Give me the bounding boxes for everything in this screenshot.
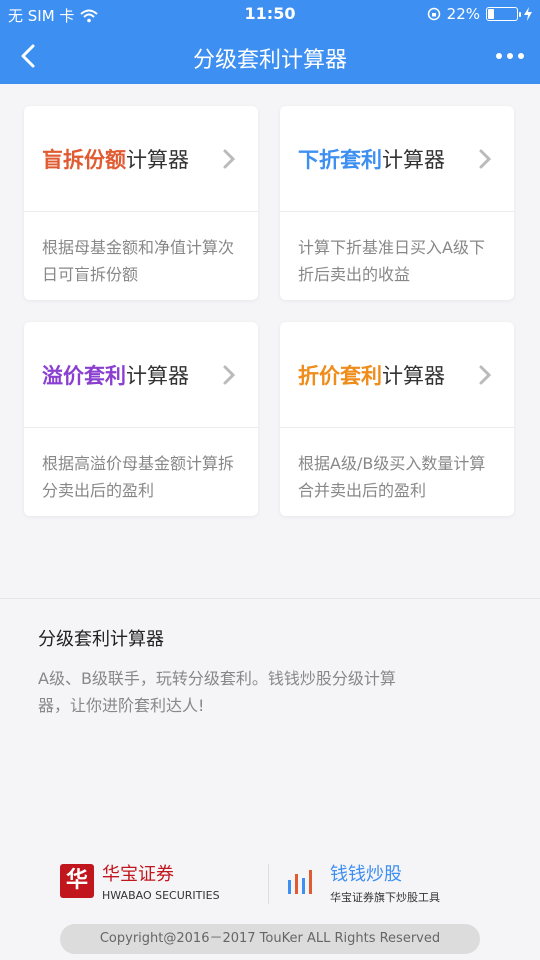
chevron-right-icon	[479, 149, 492, 169]
card-title-suffix: 计算器	[126, 148, 189, 172]
top-bar: 无 SIM 卡 11:50 22% 分级套利计算器	[0, 0, 540, 84]
card-title: 折价套利计算器	[298, 360, 445, 390]
card-title: 盲拆份额计算器	[42, 144, 189, 174]
chevron-right-icon	[223, 149, 236, 169]
chevron-right-icon	[479, 365, 492, 385]
card-down-conversion[interactable]: 下折套利计算器 计算下折基准日买入A级下折后卖出的收益	[280, 106, 514, 300]
charging-icon	[524, 7, 532, 21]
brand2-subtitle: 华宝证券旗下炒股工具	[330, 891, 440, 904]
more-dot-icon	[507, 53, 513, 59]
brand1-subtitle: HWABAO SECURITIES	[102, 889, 220, 902]
card-title-suffix: 计算器	[126, 364, 189, 388]
brand1-name: 华宝证券	[102, 864, 174, 885]
info-text: A级、B级联手，玩转分级套利。钱钱炒股分级计算器，让你进阶套利达人!	[38, 669, 396, 715]
card-blind-split[interactable]: 盲拆份额计算器 根据母基金额和净值计算次日可盲拆份额	[24, 106, 258, 300]
chevron-right-icon	[223, 365, 236, 385]
card-title-highlight: 下折套利	[298, 148, 382, 172]
battery-icon	[486, 7, 521, 21]
hwabao-brand: 华 华宝证券 HWABAO SECURITIES	[60, 860, 220, 902]
stock-chart-logo-icon	[288, 869, 312, 894]
card-title-highlight: 折价套利	[298, 364, 382, 388]
footer-divider	[268, 864, 269, 904]
orientation-lock-icon	[427, 7, 440, 21]
card-title-suffix: 计算器	[382, 148, 445, 172]
card-description: 根据A级/B级买入数量计算合并卖出后的盈利	[298, 454, 486, 500]
brand2-name: 钱钱炒股	[330, 864, 402, 885]
page-title: 分级套利计算器	[192, 48, 347, 73]
nav-bar: 分级套利计算器	[0, 28, 540, 84]
card-title-highlight: 盲拆份额	[42, 148, 126, 172]
footer-brands: 华 华宝证券 HWABAO SECURITIES 钱钱炒股 华宝证券旗下炒股工具	[60, 860, 480, 908]
card-title: 溢价套利计算器	[42, 360, 189, 390]
hwabao-logo-icon: 华	[60, 864, 94, 898]
copyright-text: Copyright@2016－2017 TouKer ALL Rights Re…	[60, 924, 480, 954]
more-button[interactable]	[492, 40, 528, 72]
card-title-highlight: 溢价套利	[42, 364, 126, 388]
card-premium-arbitrage[interactable]: 溢价套利计算器 根据高溢价母基金额计算拆分卖出后的盈利	[24, 322, 258, 516]
more-dot-icon	[496, 53, 502, 59]
card-description: 计算下折基准日买入A级下折后卖出的收益	[298, 238, 485, 284]
battery-percent: 22%	[446, 5, 480, 23]
card-description: 根据母基金额和净值计算次日可盲拆份额	[42, 238, 235, 284]
card-description: 根据高溢价母基金额计算拆分卖出后的盈利	[42, 454, 235, 500]
card-title-suffix: 计算器	[382, 364, 445, 388]
info-heading: 分级套利计算器	[38, 629, 164, 650]
card-title: 下折套利计算器	[298, 144, 445, 174]
status-bar: 无 SIM 卡 11:50 22%	[0, 0, 540, 28]
card-discount-arbitrage[interactable]: 折价套利计算器 根据A级/B级买入数量计算合并卖出后的盈利	[280, 322, 514, 516]
qianqian-brand: 钱钱炒股 华宝证券旗下炒股工具	[284, 860, 440, 905]
more-dot-icon	[518, 53, 524, 59]
info-section: 分级套利计算器 A级、B级联手，玩转分级套利。钱钱炒股分级计算器，让你进阶套利达…	[0, 598, 540, 719]
